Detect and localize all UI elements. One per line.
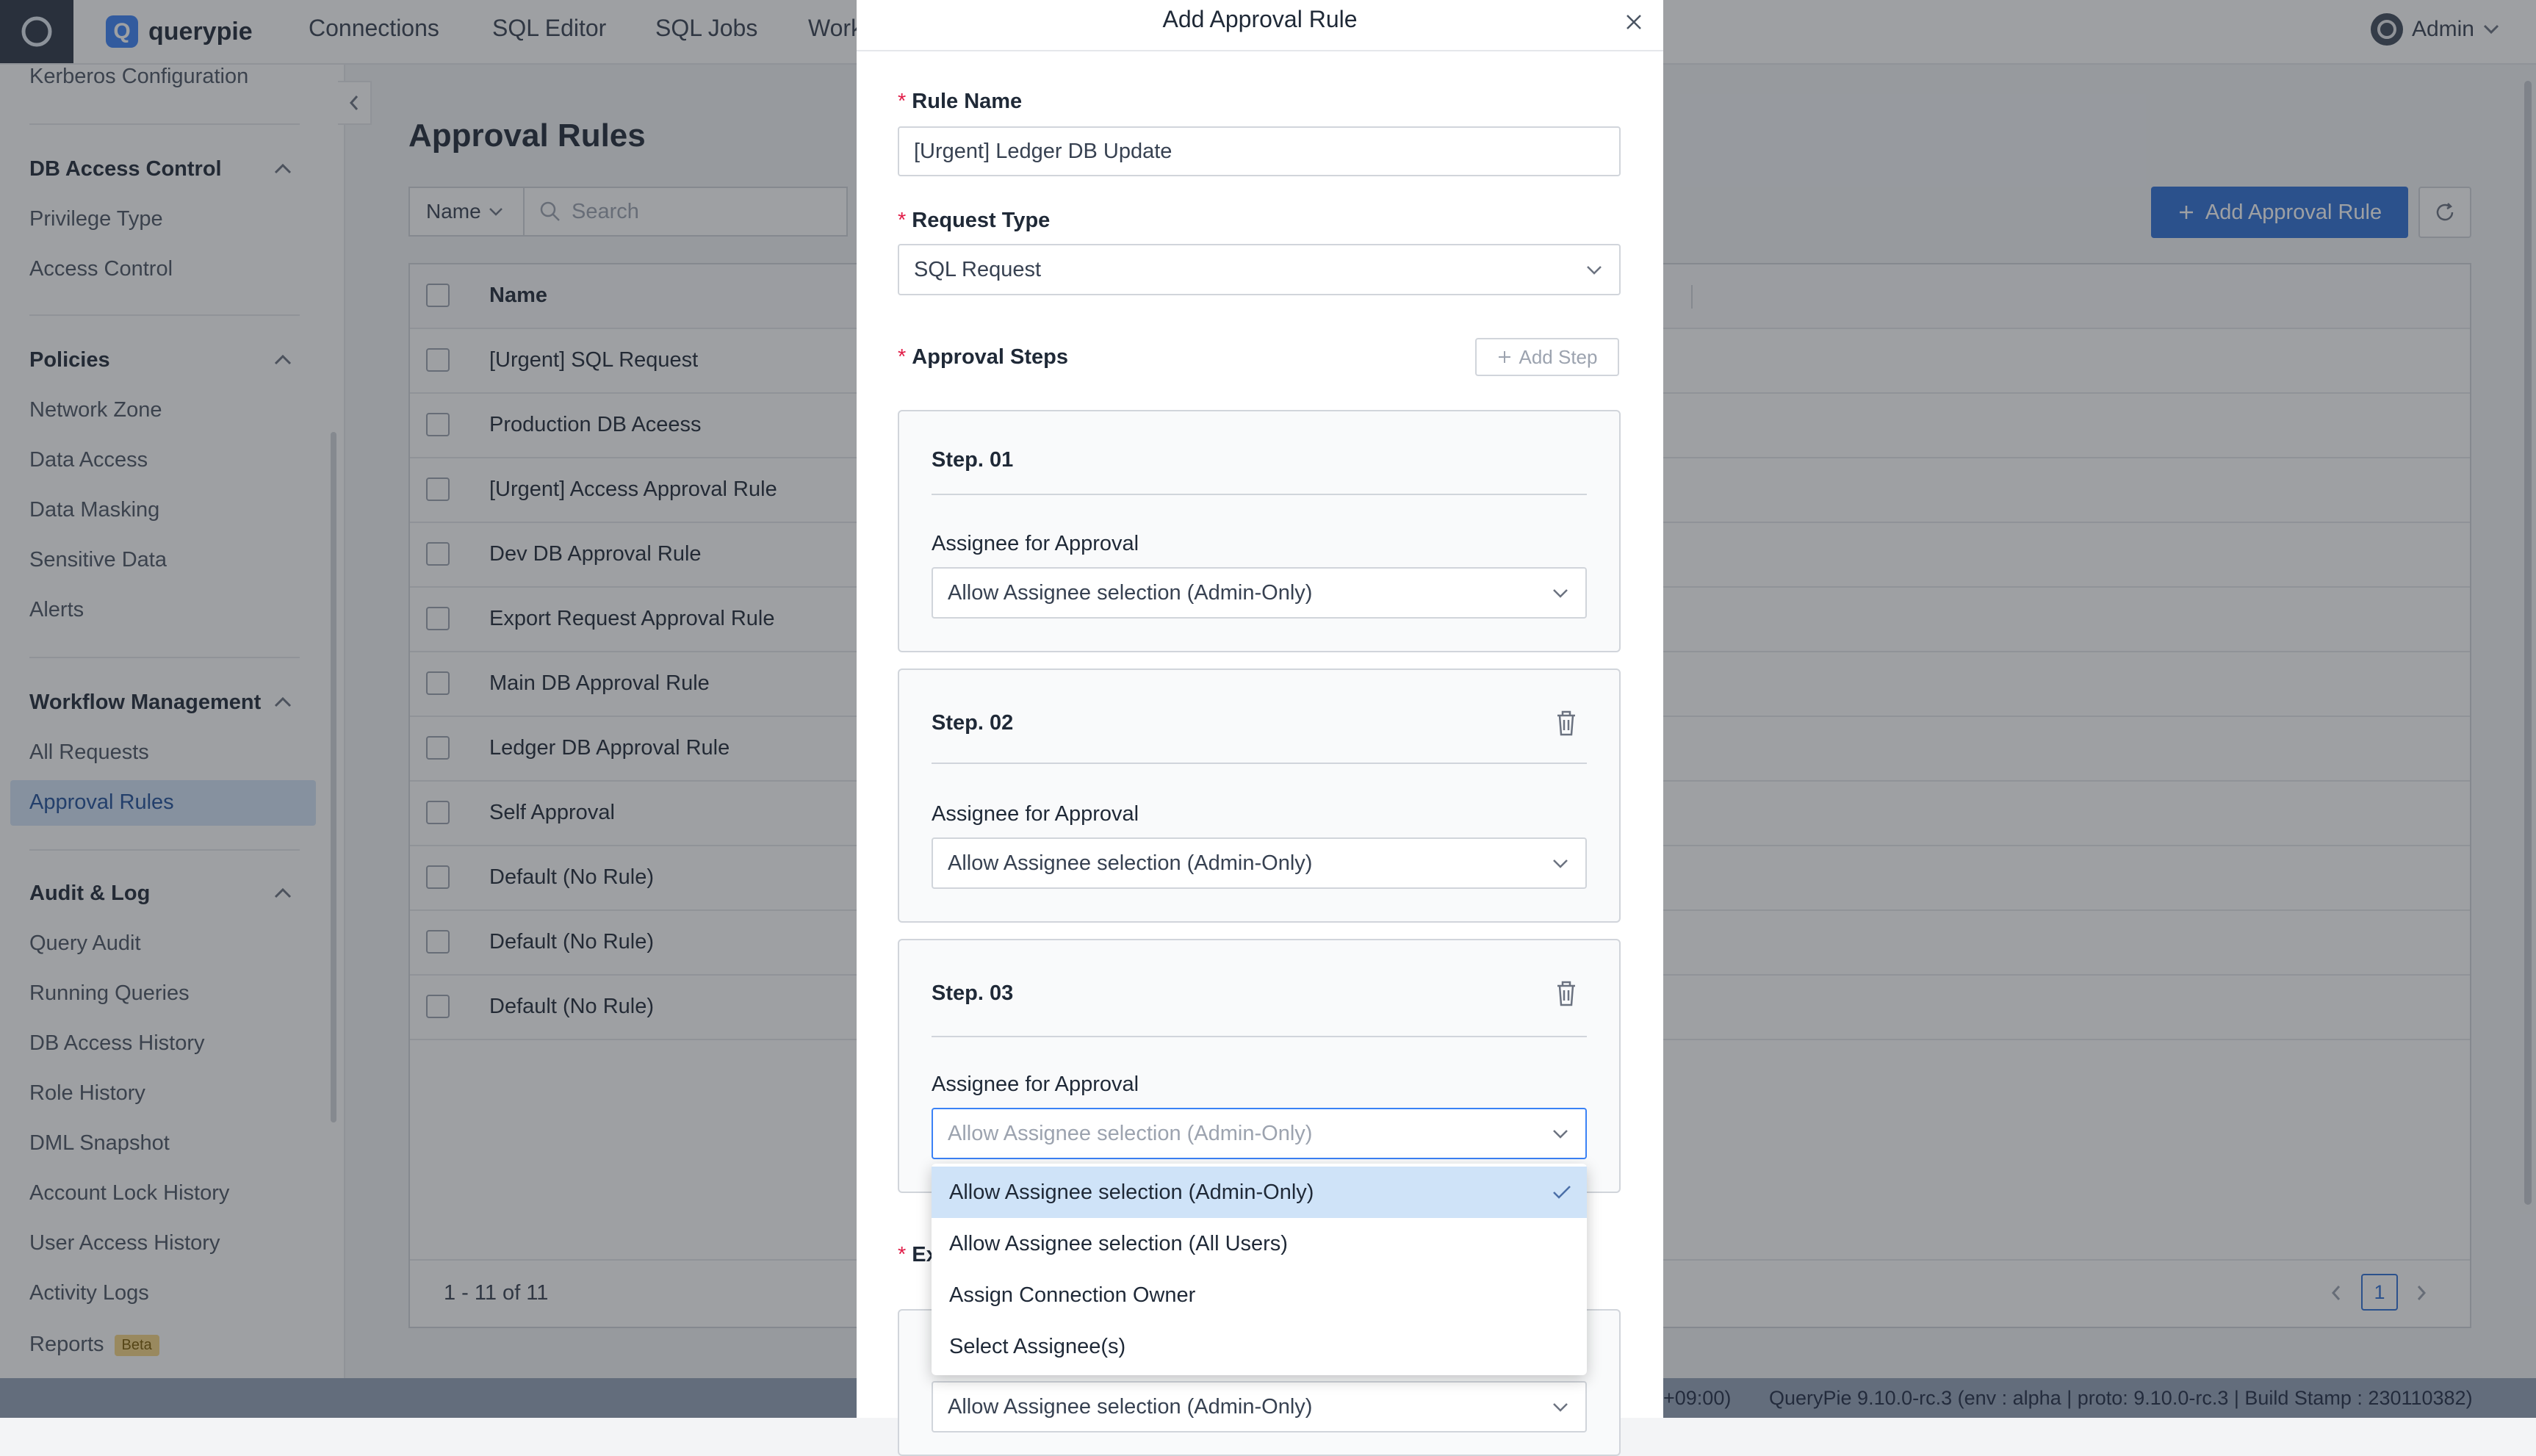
assignee-select[interactable]: Allow Assignee selection (Admin-Only): [932, 837, 1587, 889]
dropdown-option-select-assignees[interactable]: Select Assignee(s): [932, 1321, 1587, 1372]
close-icon: [1627, 15, 1641, 29]
dialog-title: Add Approval Rule: [1162, 6, 1358, 32]
chevron-down-icon: [1553, 1130, 1568, 1139]
check-icon: [1553, 1186, 1571, 1199]
option-label: Allow Assignee selection (Admin-Only): [949, 1180, 1314, 1204]
rule-name-label: * Rule Name: [898, 90, 1023, 113]
assignee-label: Assignee for Approval: [932, 802, 1139, 826]
divider: [932, 763, 1587, 764]
divider: [932, 1036, 1587, 1037]
add-step-label: Add Step: [1519, 345, 1598, 368]
assignee-value: Allow Assignee selection (Admin-Only): [948, 851, 1313, 875]
approval-steps-label: * Approval Steps: [898, 345, 1069, 369]
chevron-down-icon: [1553, 589, 1568, 598]
step-title: Step. 03: [932, 981, 1014, 1005]
request-type-value: SQL Request: [914, 257, 1042, 281]
assignee-value: Allow Assignee selection (Admin-Only): [948, 1121, 1313, 1145]
add-step-button[interactable]: Add Step: [1475, 338, 1619, 376]
dropdown-option-admin-only[interactable]: Allow Assignee selection (Admin-Only): [932, 1167, 1587, 1218]
assignee-label: Assignee for Approval: [932, 1073, 1139, 1096]
divider: [857, 50, 1663, 51]
divider: [932, 494, 1587, 495]
dropdown-option-connection-owner[interactable]: Assign Connection Owner: [932, 1269, 1587, 1321]
chevron-down-icon: [1553, 859, 1568, 868]
step-title: Step. 01: [932, 448, 1014, 472]
step-title: Step. 02: [932, 711, 1014, 735]
dropdown-option-all-users[interactable]: Allow Assignee selection (All Users): [932, 1218, 1587, 1269]
approval-step-card: Step. 03 Assignee for Approval Allow Ass…: [898, 939, 1621, 1193]
next-field-value: Allow Assignee selection (Admin-Only): [948, 1394, 1313, 1419]
chevron-down-icon: [1587, 266, 1602, 275]
approval-step-card: Step. 01 Assignee for Approval Allow Ass…: [898, 410, 1621, 652]
plus-icon: [1498, 351, 1510, 363]
trash-icon[interactable]: [1553, 979, 1579, 1008]
assignee-value: Allow Assignee selection (Admin-Only): [948, 580, 1313, 605]
trash-icon[interactable]: [1553, 708, 1579, 738]
approval-step-card: Step. 02 Assignee for Approval Allow Ass…: [898, 668, 1621, 923]
rule-name-input[interactable]: [Urgent] Ledger DB Update: [898, 126, 1621, 176]
assignee-label: Assignee for Approval: [932, 532, 1139, 555]
assignee-dropdown-menu: Allow Assignee selection (Admin-Only) Al…: [932, 1164, 1587, 1375]
assignee-select-open[interactable]: Allow Assignee selection (Admin-Only): [932, 1108, 1587, 1159]
chevron-down-icon: [1553, 1403, 1568, 1412]
request-type-select[interactable]: SQL Request: [898, 244, 1621, 295]
close-button[interactable]: [1619, 7, 1649, 37]
request-type-label: * Request Type: [898, 209, 1051, 232]
next-field-select[interactable]: Allow Assignee selection (Admin-Only): [932, 1381, 1587, 1432]
assignee-select[interactable]: Allow Assignee selection (Admin-Only): [932, 567, 1587, 619]
